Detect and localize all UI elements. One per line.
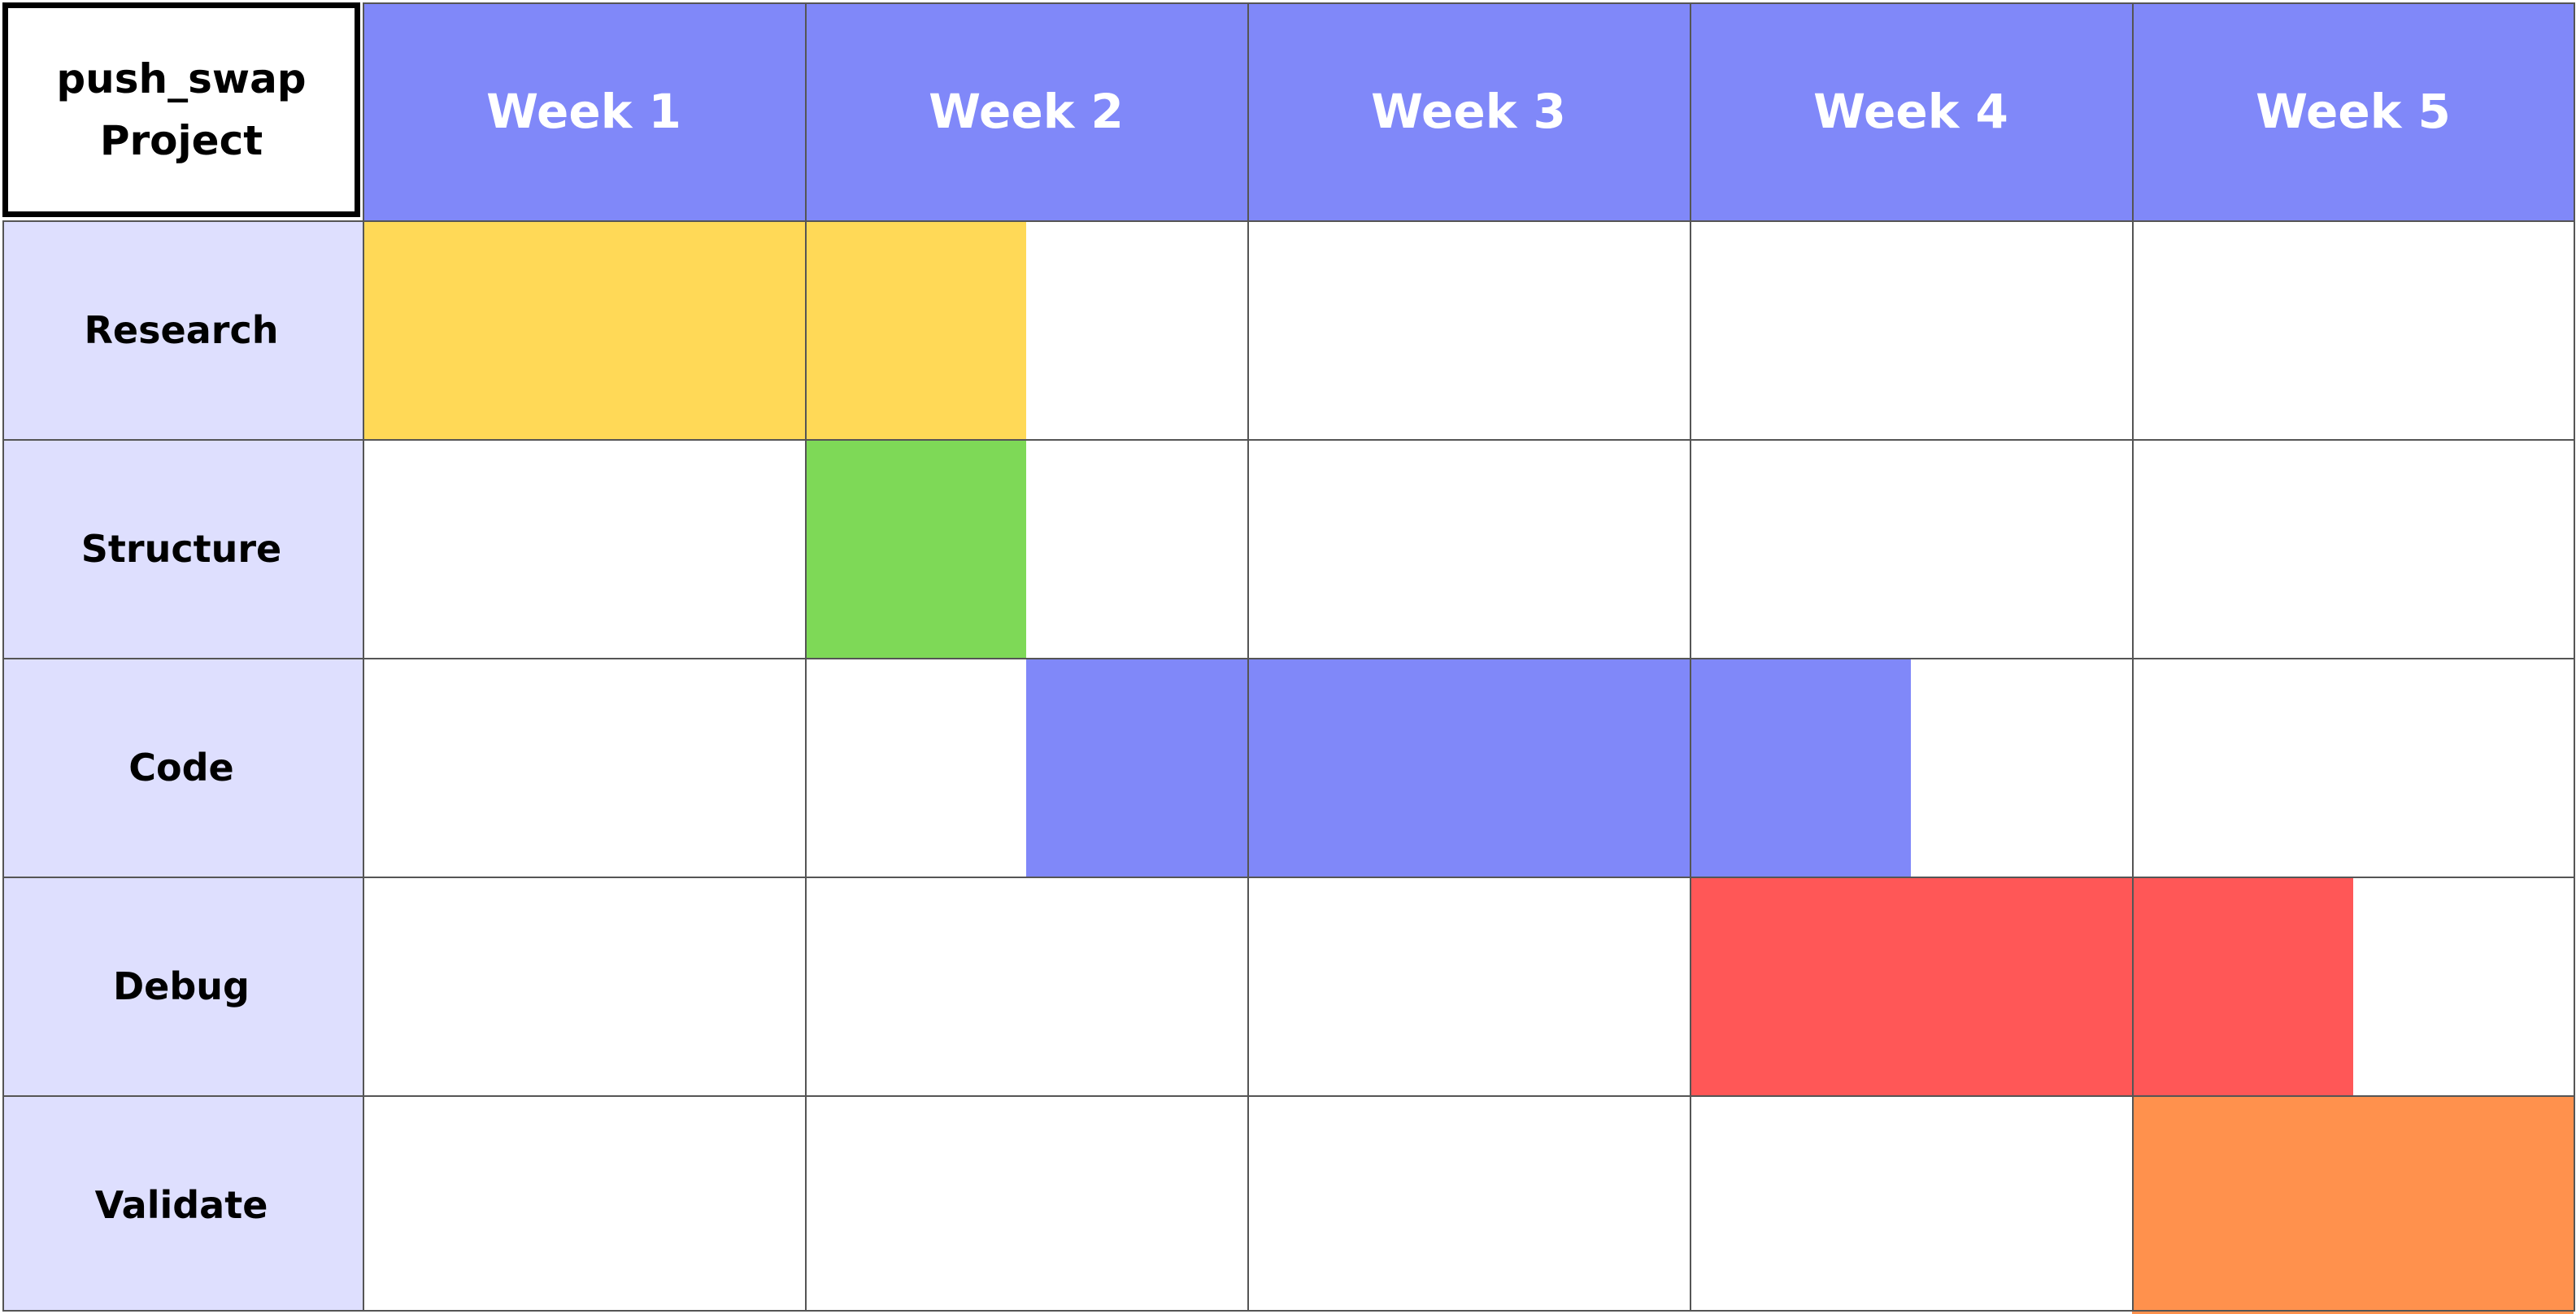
project-title-cell: push_swap Project bbox=[2, 2, 360, 217]
grid-line-horizontal bbox=[2, 1310, 2574, 1312]
project-title: push_swap Project bbox=[56, 55, 307, 164]
grid-line-horizontal bbox=[2, 439, 2574, 441]
grid-line-horizontal bbox=[2, 220, 2574, 222]
week-header-5: Week 5 bbox=[2256, 84, 2451, 139]
week-header-2: Week 2 bbox=[929, 84, 1124, 139]
gantt-chart: Week 1 Week 2 Week 3 Week 4 Week 5 Research St… bbox=[0, 0, 2576, 1314]
week-header-4: Week 4 bbox=[1813, 84, 2008, 139]
grid-line-horizontal bbox=[2, 658, 2574, 659]
week-header-1: Week 1 bbox=[486, 84, 681, 139]
grid-line-horizontal bbox=[2, 877, 2574, 878]
task-bar-debug bbox=[1690, 877, 2353, 1095]
task-label-code: Code bbox=[128, 745, 234, 790]
task-label-research: Research bbox=[84, 307, 279, 352]
task-bar-validate bbox=[2132, 1095, 2574, 1314]
grid-line-horizontal bbox=[2, 1095, 2574, 1097]
task-label-validate: Validate bbox=[94, 1182, 268, 1227]
task-label-debug: Debug bbox=[113, 964, 250, 1008]
task-bar-research bbox=[363, 220, 1026, 439]
week-header-3: Week 3 bbox=[1371, 84, 1566, 139]
task-bar-code bbox=[1026, 658, 1911, 877]
task-label-structure: Structure bbox=[80, 526, 282, 571]
task-bar-structure bbox=[805, 439, 1026, 658]
